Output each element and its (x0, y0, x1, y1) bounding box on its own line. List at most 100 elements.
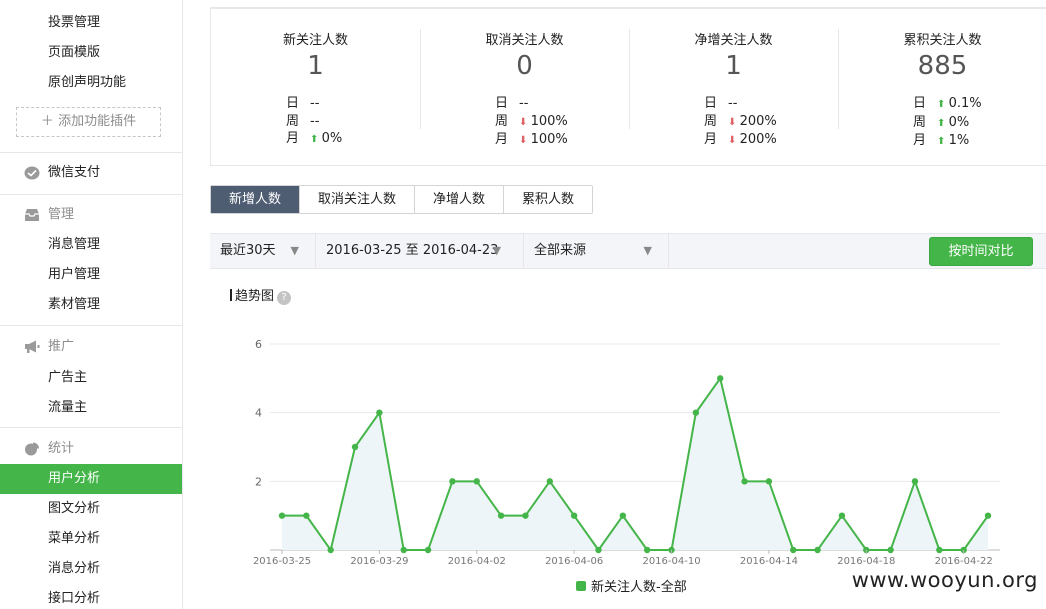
stat-row-label: 日 (495, 96, 509, 111)
inbox-icon (25, 209, 39, 221)
stat-value: 1 (307, 51, 324, 81)
data-point (887, 546, 894, 554)
sidebar-item-message-manage[interactable]: 消息管理 (48, 236, 100, 254)
y-tick-label: 4 (255, 407, 262, 420)
data-point (643, 546, 651, 554)
stat-row: 月 ⬆ 0% (286, 130, 342, 149)
arrow-down-icon: ⬇ (728, 135, 740, 146)
sidebar-item-original-declaration[interactable]: 原创声明功能 (48, 74, 126, 92)
divider (0, 152, 182, 153)
stat-row-value: 100% (530, 113, 568, 129)
main-content: 新关注人数 1 日 -- 周 -- 月 ⬆ 0% 取消关注人数 0 日 -- 周 ⬇ 100% 月… (210, 0, 1046, 609)
stats-panel: 新关注人数 1 日 -- 周 -- 月 ⬆ 0% 取消关注人数 0 日 -- 周 ⬇ 100% 月… (210, 8, 1046, 166)
period-select[interactable]: 最近30天 ▼ (210, 234, 316, 268)
plus-icon: ＋ (40, 114, 59, 129)
sidebar-section-promote: 推广 (48, 339, 75, 354)
x-tick-label: 2016-04-18 (837, 556, 895, 567)
data-point (936, 546, 943, 554)
stat-row-value: 0% (321, 131, 343, 146)
data-point (522, 512, 529, 519)
stat-row-value: 0% (948, 114, 970, 130)
sidebar-item-menu-analysis[interactable]: 菜单分析 (48, 530, 100, 548)
stat-row-label: 月 (495, 132, 509, 147)
megaphone-icon (25, 340, 40, 353)
y-tick-label: 6 (255, 338, 262, 351)
data-point (717, 375, 724, 382)
arrow-down-icon: ⬇ (519, 116, 531, 128)
stat-row-label: 月 (913, 133, 927, 148)
tab-new-followers[interactable]: 新增人数 (211, 186, 300, 213)
sidebar-item-traffic-owner[interactable]: 流量主 (48, 399, 87, 417)
sidebar-item-vote[interactable]: 投票管理 (48, 14, 100, 32)
sidebar-item-user-analysis[interactable]: 用户分析 (0, 464, 182, 494)
sidebar-item-wechat-pay[interactable]: 微信支付 (48, 164, 100, 182)
tab-net-followers[interactable]: 净增人数 (414, 186, 504, 213)
data-point (570, 512, 578, 519)
chart-title: 趋势图? (230, 285, 292, 305)
stat-row-value: 100% (530, 132, 568, 147)
stat-row-label: 月 (704, 132, 718, 147)
arrow-up-icon: ⬆ (310, 134, 322, 145)
data-point (376, 409, 383, 416)
stat-row-label: 日 (913, 96, 927, 111)
triangle-down-icon: ▼ (492, 244, 501, 257)
stat-rows: 日 -- 周 -- 月 ⬆ 0% (286, 95, 342, 149)
stat-row-label: 周 (704, 113, 718, 129)
data-point (424, 546, 432, 554)
sidebar-item-article-analysis[interactable]: 图文分析 (48, 500, 100, 518)
sidebar-item-page-template[interactable]: 页面模版 (48, 44, 100, 62)
x-tick-label: 2016-04-10 (642, 556, 700, 567)
help-icon[interactable]: ? (277, 291, 292, 305)
sidebar-item-api-analysis[interactable]: 接口分析 (48, 590, 100, 608)
stat-row-label: 日 (286, 96, 300, 111)
stat-row: 周 ⬇ 100% (495, 113, 568, 132)
stat-row: 周 ⬆ 0% (913, 114, 982, 133)
sidebar-item-material-manage[interactable]: 素材管理 (48, 296, 100, 314)
data-point (303, 512, 310, 519)
stat-value: 0 (516, 51, 533, 81)
chart-legend[interactable]: 新关注人数-全部 (576, 576, 687, 595)
x-tick-label: 2016-03-25 (253, 556, 311, 567)
stat-row-label: 周 (495, 113, 509, 129)
triangle-down-icon: ▼ (290, 244, 299, 257)
tab-unfollowers[interactable]: 取消关注人数 (299, 186, 415, 213)
arrow-up-icon: ⬆ (937, 136, 949, 147)
metric-tabs: 新增人数 取消关注人数 净增人数 累积人数 (210, 185, 594, 214)
arrow-up-icon: ⬆ (937, 99, 949, 110)
triangle-down-icon: ▼ (643, 244, 652, 257)
data-point (327, 546, 334, 554)
watermark: www.wooyun.org (851, 568, 1038, 592)
stat-row-label: 周 (913, 114, 927, 130)
data-point (278, 512, 286, 519)
stat-row: 周 ⬇ 200% (704, 113, 777, 132)
data-point (449, 478, 456, 485)
sidebar-item-user-manage[interactable]: 用户管理 (48, 266, 100, 284)
data-point (351, 443, 359, 451)
tab-total-followers[interactable]: 累积人数 (503, 186, 593, 213)
stat-row-label: 月 (286, 131, 300, 146)
stat-row-value: -- (310, 96, 320, 111)
title-marker (230, 289, 232, 301)
x-tick-label: 2016-04-06 (545, 556, 603, 567)
stat-row: 月 ⬆ 1% (913, 132, 982, 151)
stat-row: 月 ⬇ 100% (495, 131, 568, 150)
data-point (911, 478, 919, 485)
sidebar-item-message-analysis[interactable]: 消息分析 (48, 560, 100, 578)
sidebar-section-manage: 管理 (48, 207, 75, 222)
source-select[interactable]: 全部来源 ▼ (524, 234, 669, 268)
stat-new-followers: 新关注人数 1 日 -- 周 -- 月 ⬆ 0% (211, 9, 420, 166)
stat-row: 日 -- (704, 95, 777, 113)
data-point (814, 546, 821, 554)
data-point (692, 409, 700, 416)
x-tick-label: 2016-04-22 (935, 556, 993, 567)
wechat-pay-icon (24, 166, 40, 180)
stat-row: 日 -- (495, 95, 568, 113)
compare-by-time-button[interactable]: 按时间对比 (929, 237, 1033, 266)
add-plugin-button[interactable]: ＋ 添加功能插件 (16, 107, 161, 137)
stat-rows: 日 -- 周 ⬇ 200% 月 ⬇ 200% (704, 95, 777, 150)
data-point (473, 478, 480, 485)
divider (0, 427, 182, 428)
date-range-select[interactable]: 2016-03-25 至 2016-04-23 ▼ (316, 234, 524, 268)
x-tick-label: 2016-04-02 (448, 556, 506, 567)
sidebar-item-advertiser[interactable]: 广告主 (48, 369, 87, 387)
